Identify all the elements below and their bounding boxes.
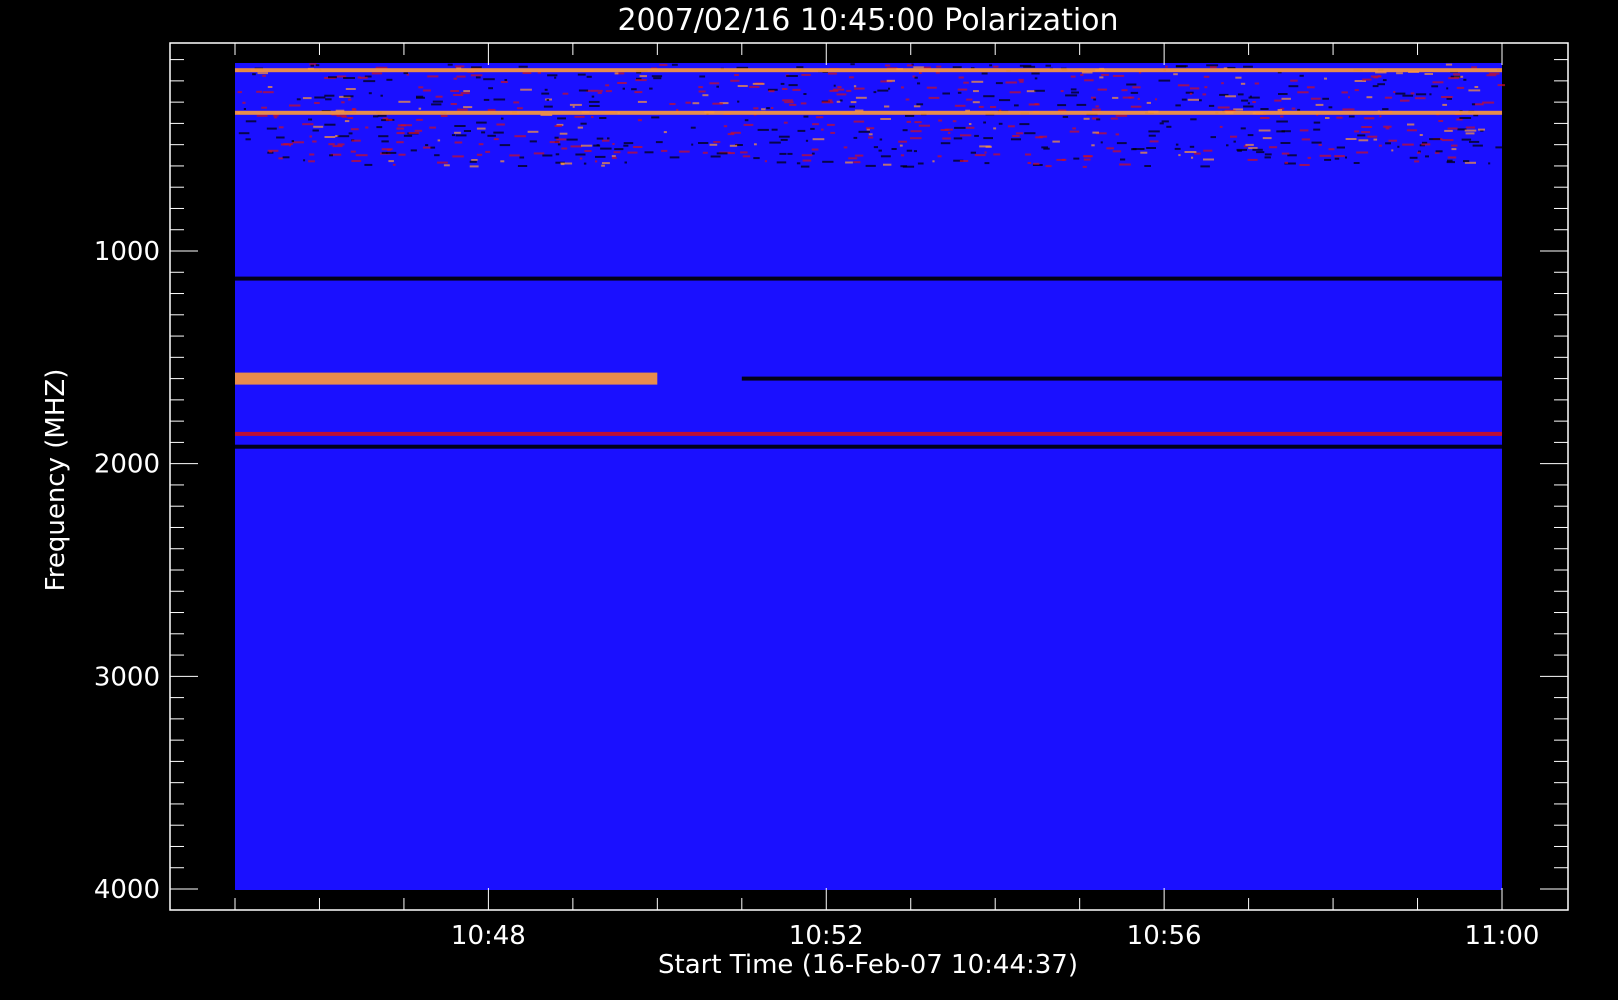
x-tick-label: 10:52 <box>789 921 864 951</box>
x-tick-label: 10:48 <box>451 921 526 951</box>
y-tick-label: 1000 <box>94 237 160 267</box>
emission-line-0 <box>235 68 1502 73</box>
heatmap-background <box>235 63 1502 890</box>
y-tick-labels: 1000 2000 3000 4000 <box>94 237 160 905</box>
emission-line-3 <box>235 372 658 385</box>
y-tick-label: 3000 <box>94 662 160 692</box>
emission-line-1 <box>235 110 1502 115</box>
x-tick-label: 11:00 <box>1465 921 1540 951</box>
y-tick-label: 2000 <box>94 450 160 480</box>
y-axis-label: Frequency (MHZ) <box>41 369 71 592</box>
x-axis-label: Start Time (16-Feb-07 10:44:37) <box>658 950 1078 980</box>
y-tick-label: 4000 <box>94 875 160 905</box>
emission-line-2 <box>235 276 1502 281</box>
emission-line-4 <box>741 376 1502 381</box>
emission-line-6 <box>235 431 1502 436</box>
heatmap-image <box>235 63 1505 890</box>
spectrogram-chart: 2007/02/16 10:45:00 Polarization 10:48 10… <box>41 3 1569 980</box>
x-tick-label: 10:56 <box>1127 921 1202 951</box>
x-tick-labels: 10:48 10:52 10:56 11:00 <box>451 921 1540 951</box>
chart-title: 2007/02/16 10:45:00 Polarization <box>617 3 1118 38</box>
emission-line-5 <box>235 444 1502 449</box>
